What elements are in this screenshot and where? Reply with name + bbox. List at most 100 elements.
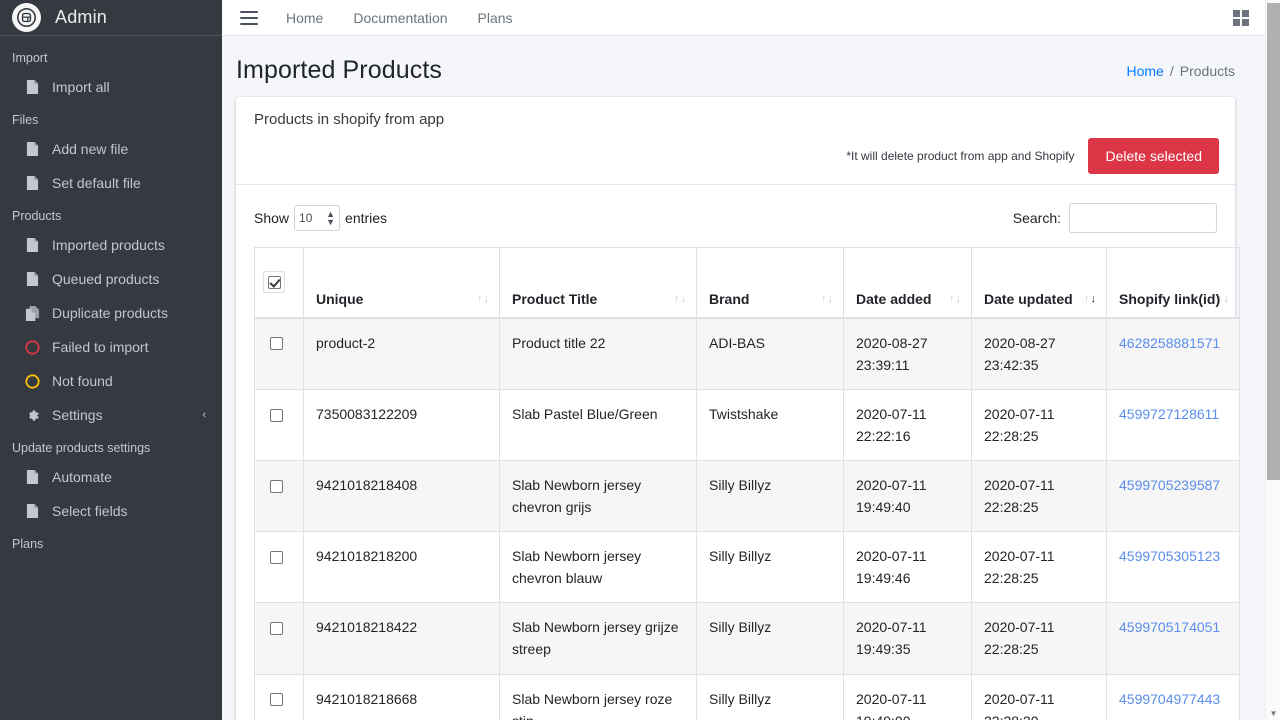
red-circle-icon xyxy=(22,338,42,356)
cell-unique: 7350083122209 xyxy=(304,389,500,460)
sidebar-item-automate[interactable]: Automate xyxy=(0,460,222,494)
breadcrumb: Home / Products xyxy=(1127,63,1236,79)
copy-files-icon xyxy=(22,304,42,322)
sort-asc-arrow: ↑ xyxy=(1217,294,1223,305)
shopify-link[interactable]: 4599705305123 xyxy=(1119,548,1220,564)
entries-length-control: Show 10 ▲ ▼ entries xyxy=(254,205,387,231)
table-header-row: Unique ↑ ↓ Product Title ↑ ↓ xyxy=(255,248,1240,318)
sort-arrows-icon: ↑ ↓ xyxy=(949,294,961,305)
products-card: Products in shopify from app *It will de… xyxy=(236,97,1235,720)
cell-product-title: Slab Newborn jersey chevron grijs xyxy=(500,460,697,531)
sidebar-item-add-new-file[interactable]: Add new file xyxy=(0,132,222,166)
sidebar-item-label: Not found xyxy=(52,373,113,389)
sort-desc-arrow-active: ↓ xyxy=(1091,294,1097,305)
cell-date-updated: 2020-07-11 22:28:25 xyxy=(972,460,1107,531)
cell-unique: 9421018218200 xyxy=(304,532,500,603)
main-content: Imported Products Home / Products Produc… xyxy=(222,36,1265,720)
sidebar-item-set-default-file[interactable]: Set default file xyxy=(0,166,222,200)
sidebar-item-failed-to-import[interactable]: Failed to import xyxy=(0,330,222,364)
delete-selected-button[interactable]: Delete selected xyxy=(1088,138,1219,174)
column-header-unique[interactable]: Unique ↑ ↓ xyxy=(304,248,500,318)
scrollbar-thumb[interactable] xyxy=(1267,3,1280,480)
sort-asc-arrow: ↑ xyxy=(477,294,483,305)
row-checkbox[interactable] xyxy=(270,693,283,706)
products-table: Unique ↑ ↓ Product Title ↑ ↓ xyxy=(254,247,1240,720)
cell-product-title: Product title 22 xyxy=(500,318,697,390)
cell-date-added: 2020-07-11 19:49:35 xyxy=(844,603,972,674)
cell-product-title: Slab Newborn jersey grijze streep xyxy=(500,603,697,674)
shopify-link[interactable]: 4599727128611 xyxy=(1119,406,1219,422)
row-checkbox[interactable] xyxy=(270,337,283,350)
scrollbar-down-arrow-icon[interactable]: ▼ xyxy=(1266,709,1280,718)
cell-date-added: 2020-07-11 19:49:00 xyxy=(844,674,972,720)
delete-warning-note: *It will delete product from app and Sho… xyxy=(846,149,1074,163)
nav-link-documentation[interactable]: Documentation xyxy=(353,10,447,26)
sidebar-nav: Import Import all Files Add new file Set xyxy=(0,36,222,556)
file-icon xyxy=(22,78,42,96)
shopify-link[interactable]: 4599705239587 xyxy=(1119,477,1220,493)
row-checkbox[interactable] xyxy=(270,551,283,564)
page-title: Imported Products xyxy=(236,56,442,85)
table-row[interactable]: product-2 Product title 22 ADI-BAS 2020-… xyxy=(255,318,1240,390)
column-label: Product Title xyxy=(512,291,597,307)
column-header-shopify-link[interactable]: Shopify link(id) ↑ ↓ xyxy=(1107,248,1240,318)
top-nav-links: Home Documentation Plans xyxy=(286,10,513,26)
breadcrumb-current: Products xyxy=(1180,63,1235,79)
column-header-brand[interactable]: Brand ↑ ↓ xyxy=(697,248,844,318)
sidebar-item-imported-products[interactable]: Imported products xyxy=(0,228,222,262)
column-header-date-added[interactable]: Date added ↑ ↓ xyxy=(844,248,972,318)
column-header-date-updated[interactable]: Date updated ↑ ↓ xyxy=(972,248,1107,318)
sidebar-item-label: Import all xyxy=(52,79,110,95)
sidebar-item-not-found[interactable]: Not found xyxy=(0,364,222,398)
sidebar-section-products: Products xyxy=(0,200,222,228)
row-checkbox[interactable] xyxy=(270,480,283,493)
cell-unique: 9421018218422 xyxy=(304,603,500,674)
sidebar-item-label: Automate xyxy=(52,469,112,485)
sidebar-item-settings[interactable]: Settings ‹ xyxy=(0,398,222,432)
table-row[interactable]: 9421018218408 Slab Newborn jersey chevro… xyxy=(255,460,1240,531)
file-icon xyxy=(22,236,42,254)
sidebar-item-duplicate-products[interactable]: Duplicate products xyxy=(0,296,222,330)
table-row[interactable]: 9421018218668 Slab Newborn jersey roze s… xyxy=(255,674,1240,720)
sort-asc-arrow: ↑ xyxy=(821,294,827,305)
sidebar-item-label: Set default file xyxy=(52,175,141,191)
column-header-product-title[interactable]: Product Title ↑ ↓ xyxy=(500,248,697,318)
shopify-link[interactable]: 4599705174051 xyxy=(1119,619,1220,635)
row-select-cell xyxy=(255,389,304,460)
page-length-select[interactable]: 10 ▲ ▼ xyxy=(294,205,340,231)
sort-desc-arrow: ↓ xyxy=(681,294,687,305)
breadcrumb-home-link[interactable]: Home xyxy=(1127,63,1164,79)
grid-apps-icon[interactable] xyxy=(1233,10,1249,26)
cell-date-updated: 2020-07-11 22:28:25 xyxy=(972,532,1107,603)
row-checkbox[interactable] xyxy=(270,409,283,422)
cell-brand: Silly Billyz xyxy=(697,674,844,720)
file-icon xyxy=(22,140,42,158)
yellow-circle-icon xyxy=(22,372,42,390)
nav-link-home[interactable]: Home xyxy=(286,10,323,26)
column-label: Date added xyxy=(856,291,931,307)
table-row[interactable]: 9421018218200 Slab Newborn jersey chevro… xyxy=(255,532,1240,603)
shopify-link[interactable]: 4628258881571 xyxy=(1119,335,1220,351)
nav-link-plans[interactable]: Plans xyxy=(478,10,513,26)
top-navbar: Home Documentation Plans xyxy=(222,0,1265,36)
sidebar-item-label: Select fields xyxy=(52,503,127,519)
shopify-link[interactable]: 4599704977443 xyxy=(1119,691,1220,707)
row-checkbox[interactable] xyxy=(270,622,283,635)
sidebar-brand[interactable]: Admin xyxy=(0,0,222,36)
grid-cell xyxy=(1242,10,1249,17)
search-input[interactable] xyxy=(1069,203,1217,233)
sidebar-item-select-fields[interactable]: Select fields xyxy=(0,494,222,528)
table-row[interactable]: 9421018218422 Slab Newborn jersey grijze… xyxy=(255,603,1240,674)
entries-label: entries xyxy=(345,210,387,226)
hamburger-icon[interactable] xyxy=(240,11,258,25)
sidebar-item-queued-products[interactable]: Queued products xyxy=(0,262,222,296)
sidebar-section-plans: Plans xyxy=(0,528,222,556)
sidebar-item-import-all[interactable]: Import all xyxy=(0,70,222,104)
table-row[interactable]: 7350083122209 Slab Pastel Blue/Green Twi… xyxy=(255,389,1240,460)
cell-date-added: 2020-07-11 19:49:46 xyxy=(844,532,972,603)
page-scrollbar[interactable]: ▼ xyxy=(1265,0,1280,720)
sort-desc-arrow: ↓ xyxy=(828,294,834,305)
cell-date-updated: 2020-08-27 23:42:35 xyxy=(972,318,1107,390)
select-all-checkbox[interactable] xyxy=(268,276,281,289)
select-all-checkbox-wrap[interactable] xyxy=(263,271,285,293)
